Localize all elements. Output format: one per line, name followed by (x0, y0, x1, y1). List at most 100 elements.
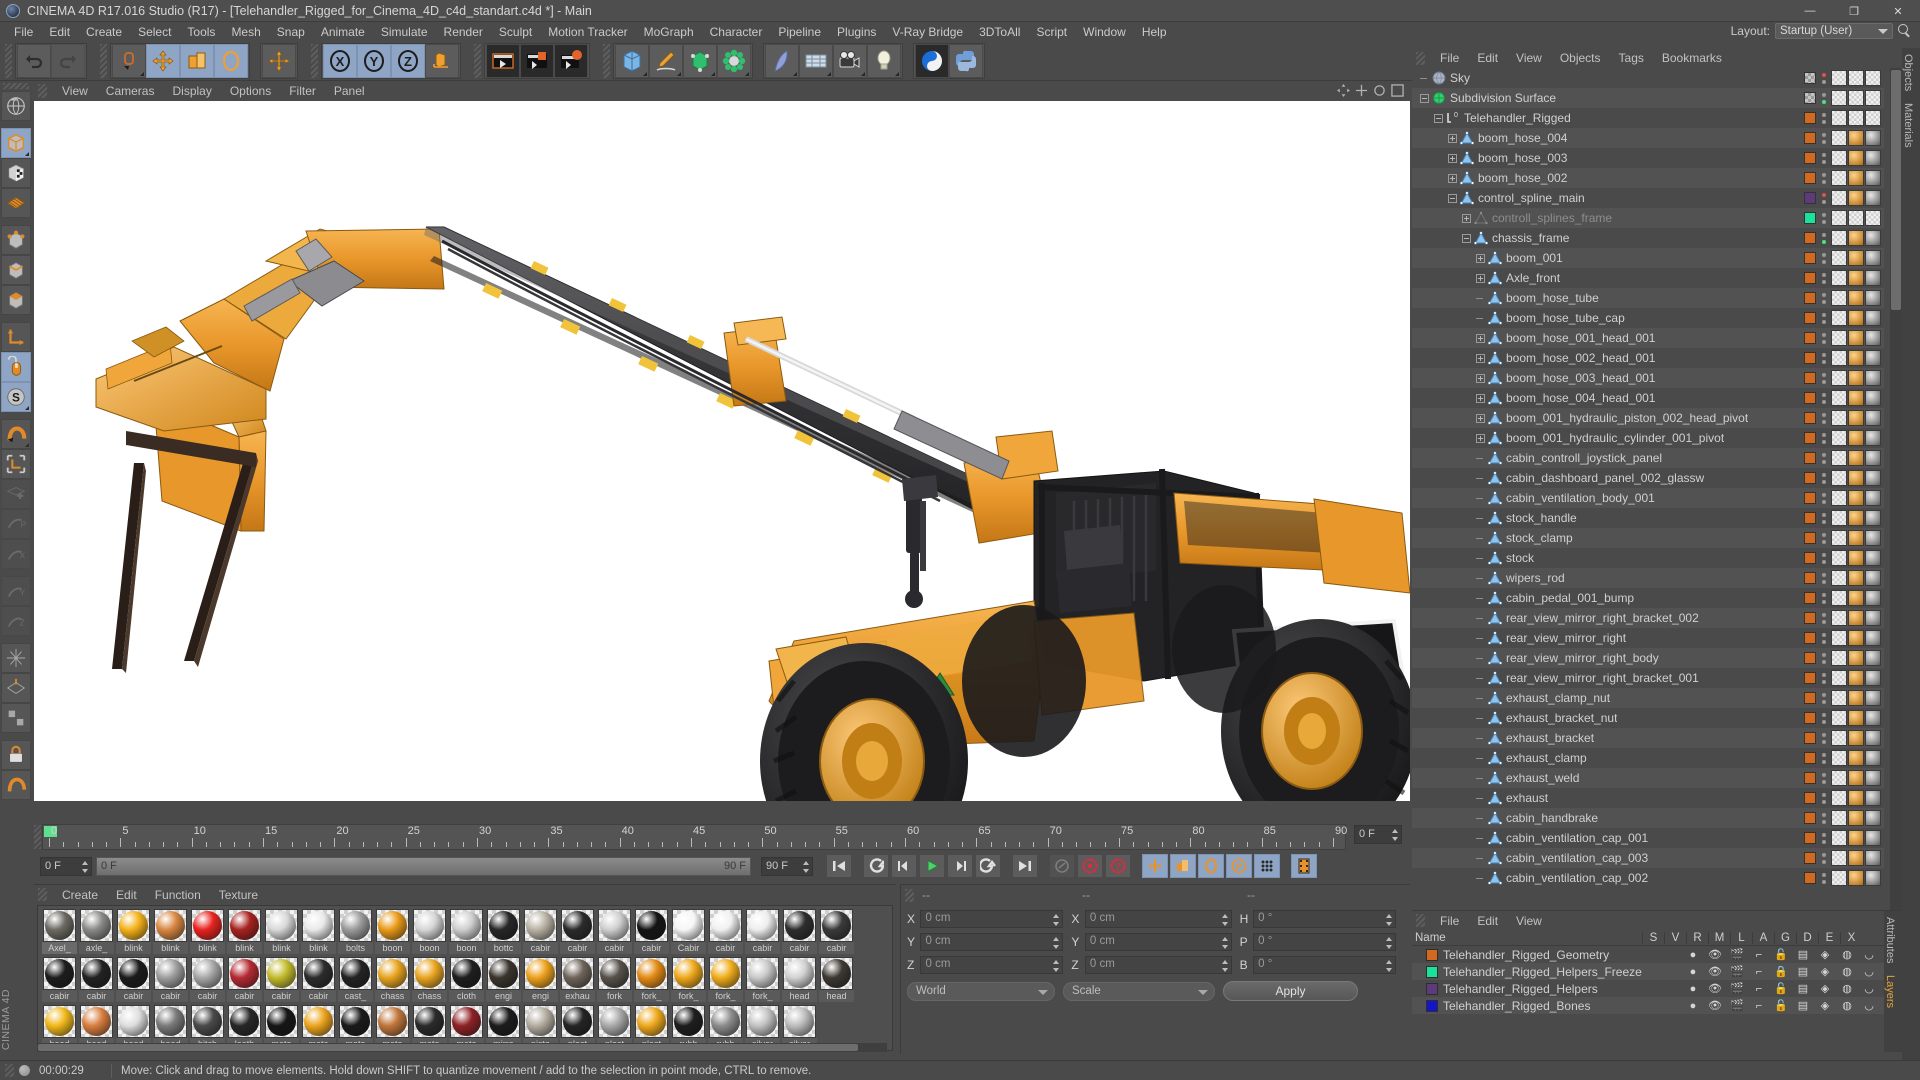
add-environment-button[interactable] (765, 43, 799, 78)
object-row[interactable]: Axle_front (1412, 268, 1884, 288)
visibility-dots[interactable] (1820, 111, 1828, 125)
visibility-dots[interactable] (1820, 171, 1828, 185)
autokeying-button[interactable] (1049, 854, 1075, 878)
object-tag-slot[interactable] (1848, 190, 1864, 206)
object-tag-slot[interactable] (1865, 130, 1881, 146)
material-item[interactable]: exhau (560, 957, 595, 1003)
object-row[interactable]: cabin_ventilation_body_001 (1412, 488, 1884, 508)
go-to-next-key-button[interactable] (975, 854, 1001, 878)
add-camera-button[interactable] (833, 43, 867, 78)
layer-col-l[interactable]: L (1730, 931, 1752, 944)
material-item[interactable]: cabir (745, 909, 780, 955)
visibility-dots[interactable] (1820, 351, 1828, 365)
object-tag-slot[interactable] (1865, 770, 1881, 786)
object-tag-slot[interactable] (1831, 270, 1847, 286)
lock-workplane-button[interactable]: P (1, 509, 31, 539)
layer-color-swatch[interactable] (1804, 172, 1816, 184)
object-row[interactable]: 0 Telehandler_Rigged (1412, 108, 1884, 128)
tree-expander-icon[interactable] (1476, 413, 1485, 423)
menu-item-animate[interactable]: Animate (313, 24, 373, 40)
toolbar-grip-5[interactable] (603, 43, 610, 78)
position-x-field[interactable]: 0 cm (920, 910, 1064, 928)
step-back-button[interactable] (891, 854, 917, 878)
object-tag-slot[interactable] (1831, 110, 1847, 126)
deformer-toggle-icon[interactable]: ◍ (1836, 948, 1858, 961)
object-menu-objects[interactable]: Objects (1551, 51, 1610, 65)
object-tag-slot[interactable] (1831, 330, 1847, 346)
object-tag-slot[interactable] (1865, 850, 1881, 866)
object-tag-slot[interactable] (1848, 430, 1864, 446)
object-tag-slot[interactable] (1865, 490, 1881, 506)
object-tag-slot[interactable] (1848, 530, 1864, 546)
rotation-p-field[interactable]: 0 ° (1253, 933, 1397, 951)
stepper-icon[interactable] (803, 860, 810, 873)
object-tree[interactable]: Sky Subdivision Surface 0 Telehandler_Rigge… (1412, 68, 1884, 943)
stepper-icon[interactable] (1392, 829, 1399, 841)
key-parameter-button[interactable]: P (1226, 854, 1252, 878)
visibility-dots[interactable] (1820, 811, 1828, 825)
object-tag-slot[interactable] (1831, 290, 1847, 306)
object-tag-slot[interactable] (1831, 250, 1847, 266)
object-tag-slot[interactable] (1865, 690, 1881, 706)
vray-bridge-button[interactable] (915, 43, 949, 78)
workplane-align-button[interactable]: X (1, 539, 31, 569)
stepper-icon[interactable] (1386, 937, 1393, 949)
go-to-end-button[interactable] (1012, 854, 1038, 878)
object-tag-slot[interactable] (1848, 210, 1864, 226)
visibility-dots[interactable] (1820, 831, 1828, 845)
key-pla-button[interactable] (1254, 854, 1280, 878)
object-tag-slot[interactable] (1865, 610, 1881, 626)
object-tag-slot[interactable] (1831, 450, 1847, 466)
snap-settings-button[interactable]: S (1, 382, 31, 412)
layer-row[interactable]: Telehandler_Rigged_Helpers_Freeze ● 👁 🎬 ⌐ 🔒 ▤ ◈… (1412, 963, 1902, 980)
visibility-dots[interactable] (1820, 231, 1828, 245)
object-tag-slot[interactable] (1865, 190, 1881, 206)
object-tag-slot[interactable] (1865, 70, 1881, 86)
material-item[interactable]: cabir (42, 957, 77, 1003)
visibility-dots[interactable] (1820, 191, 1828, 205)
render-toggle-icon[interactable]: 🎬 (1726, 999, 1748, 1012)
layer-color-swatch[interactable] (1804, 372, 1816, 384)
object-tag-slot[interactable] (1865, 150, 1881, 166)
material-item[interactable]: cabir (819, 909, 854, 955)
size-y-field[interactable]: 0 cm (1084, 933, 1232, 951)
tab-layers[interactable]: Layers (1884, 969, 1896, 1014)
object-tag-slot[interactable] (1865, 270, 1881, 286)
object-tag-slot[interactable] (1865, 110, 1881, 126)
object-menu-bookmarks[interactable]: Bookmarks (1653, 51, 1731, 65)
object-tag-slot[interactable] (1848, 810, 1864, 826)
z-axis-lock-button[interactable]: Z (391, 43, 425, 78)
tree-expander-icon[interactable] (1476, 433, 1485, 443)
material-item[interactable]: head (782, 957, 817, 1003)
coordinate-mode-drop[interactable]: Scale (1063, 981, 1215, 1001)
y-axis-lock-button[interactable]: Y (357, 43, 391, 78)
object-tag-slot[interactable] (1831, 490, 1847, 506)
layer-color-swatch[interactable] (1804, 612, 1816, 624)
visible-toggle-icon[interactable]: 👁 (1704, 965, 1726, 978)
object-manager-grip[interactable] (1416, 51, 1425, 65)
layer-col-e[interactable]: E (1818, 931, 1840, 944)
object-tag-slot[interactable] (1848, 290, 1864, 306)
pan-view-icon[interactable] (1337, 84, 1350, 97)
visibility-dots[interactable] (1820, 711, 1828, 725)
material-item[interactable]: blink (116, 909, 151, 955)
object-tag-slot[interactable] (1865, 230, 1881, 246)
layer-color-swatch[interactable] (1804, 512, 1816, 524)
viewport-canvas[interactable] (34, 101, 1410, 801)
toolbar-grip[interactable] (5, 43, 12, 78)
menu-item-mograph[interactable]: MoGraph (636, 24, 702, 40)
material-item[interactable]: cabir (153, 957, 188, 1003)
tree-expander-icon[interactable] (1462, 233, 1471, 243)
menu-item-render[interactable]: Render (436, 24, 491, 40)
object-tag-slot[interactable] (1865, 390, 1881, 406)
material-item[interactable]: boon (375, 909, 410, 955)
object-tag-slot[interactable] (1865, 550, 1881, 566)
add-primitive-cube-button[interactable] (615, 43, 649, 78)
layer-row[interactable]: Telehandler_Rigged_Geometry ●👁🎬⌐🔓▤◈◍◡✖ (1412, 946, 1902, 963)
material-item[interactable]: boon (449, 909, 484, 955)
object-tag-slot[interactable] (1831, 630, 1847, 646)
menu-item-window[interactable]: Window (1075, 24, 1134, 40)
viewport-solo-button[interactable] (1, 479, 31, 509)
object-tag-slot[interactable] (1848, 130, 1864, 146)
record-active-objects-button[interactable] (1077, 854, 1103, 878)
